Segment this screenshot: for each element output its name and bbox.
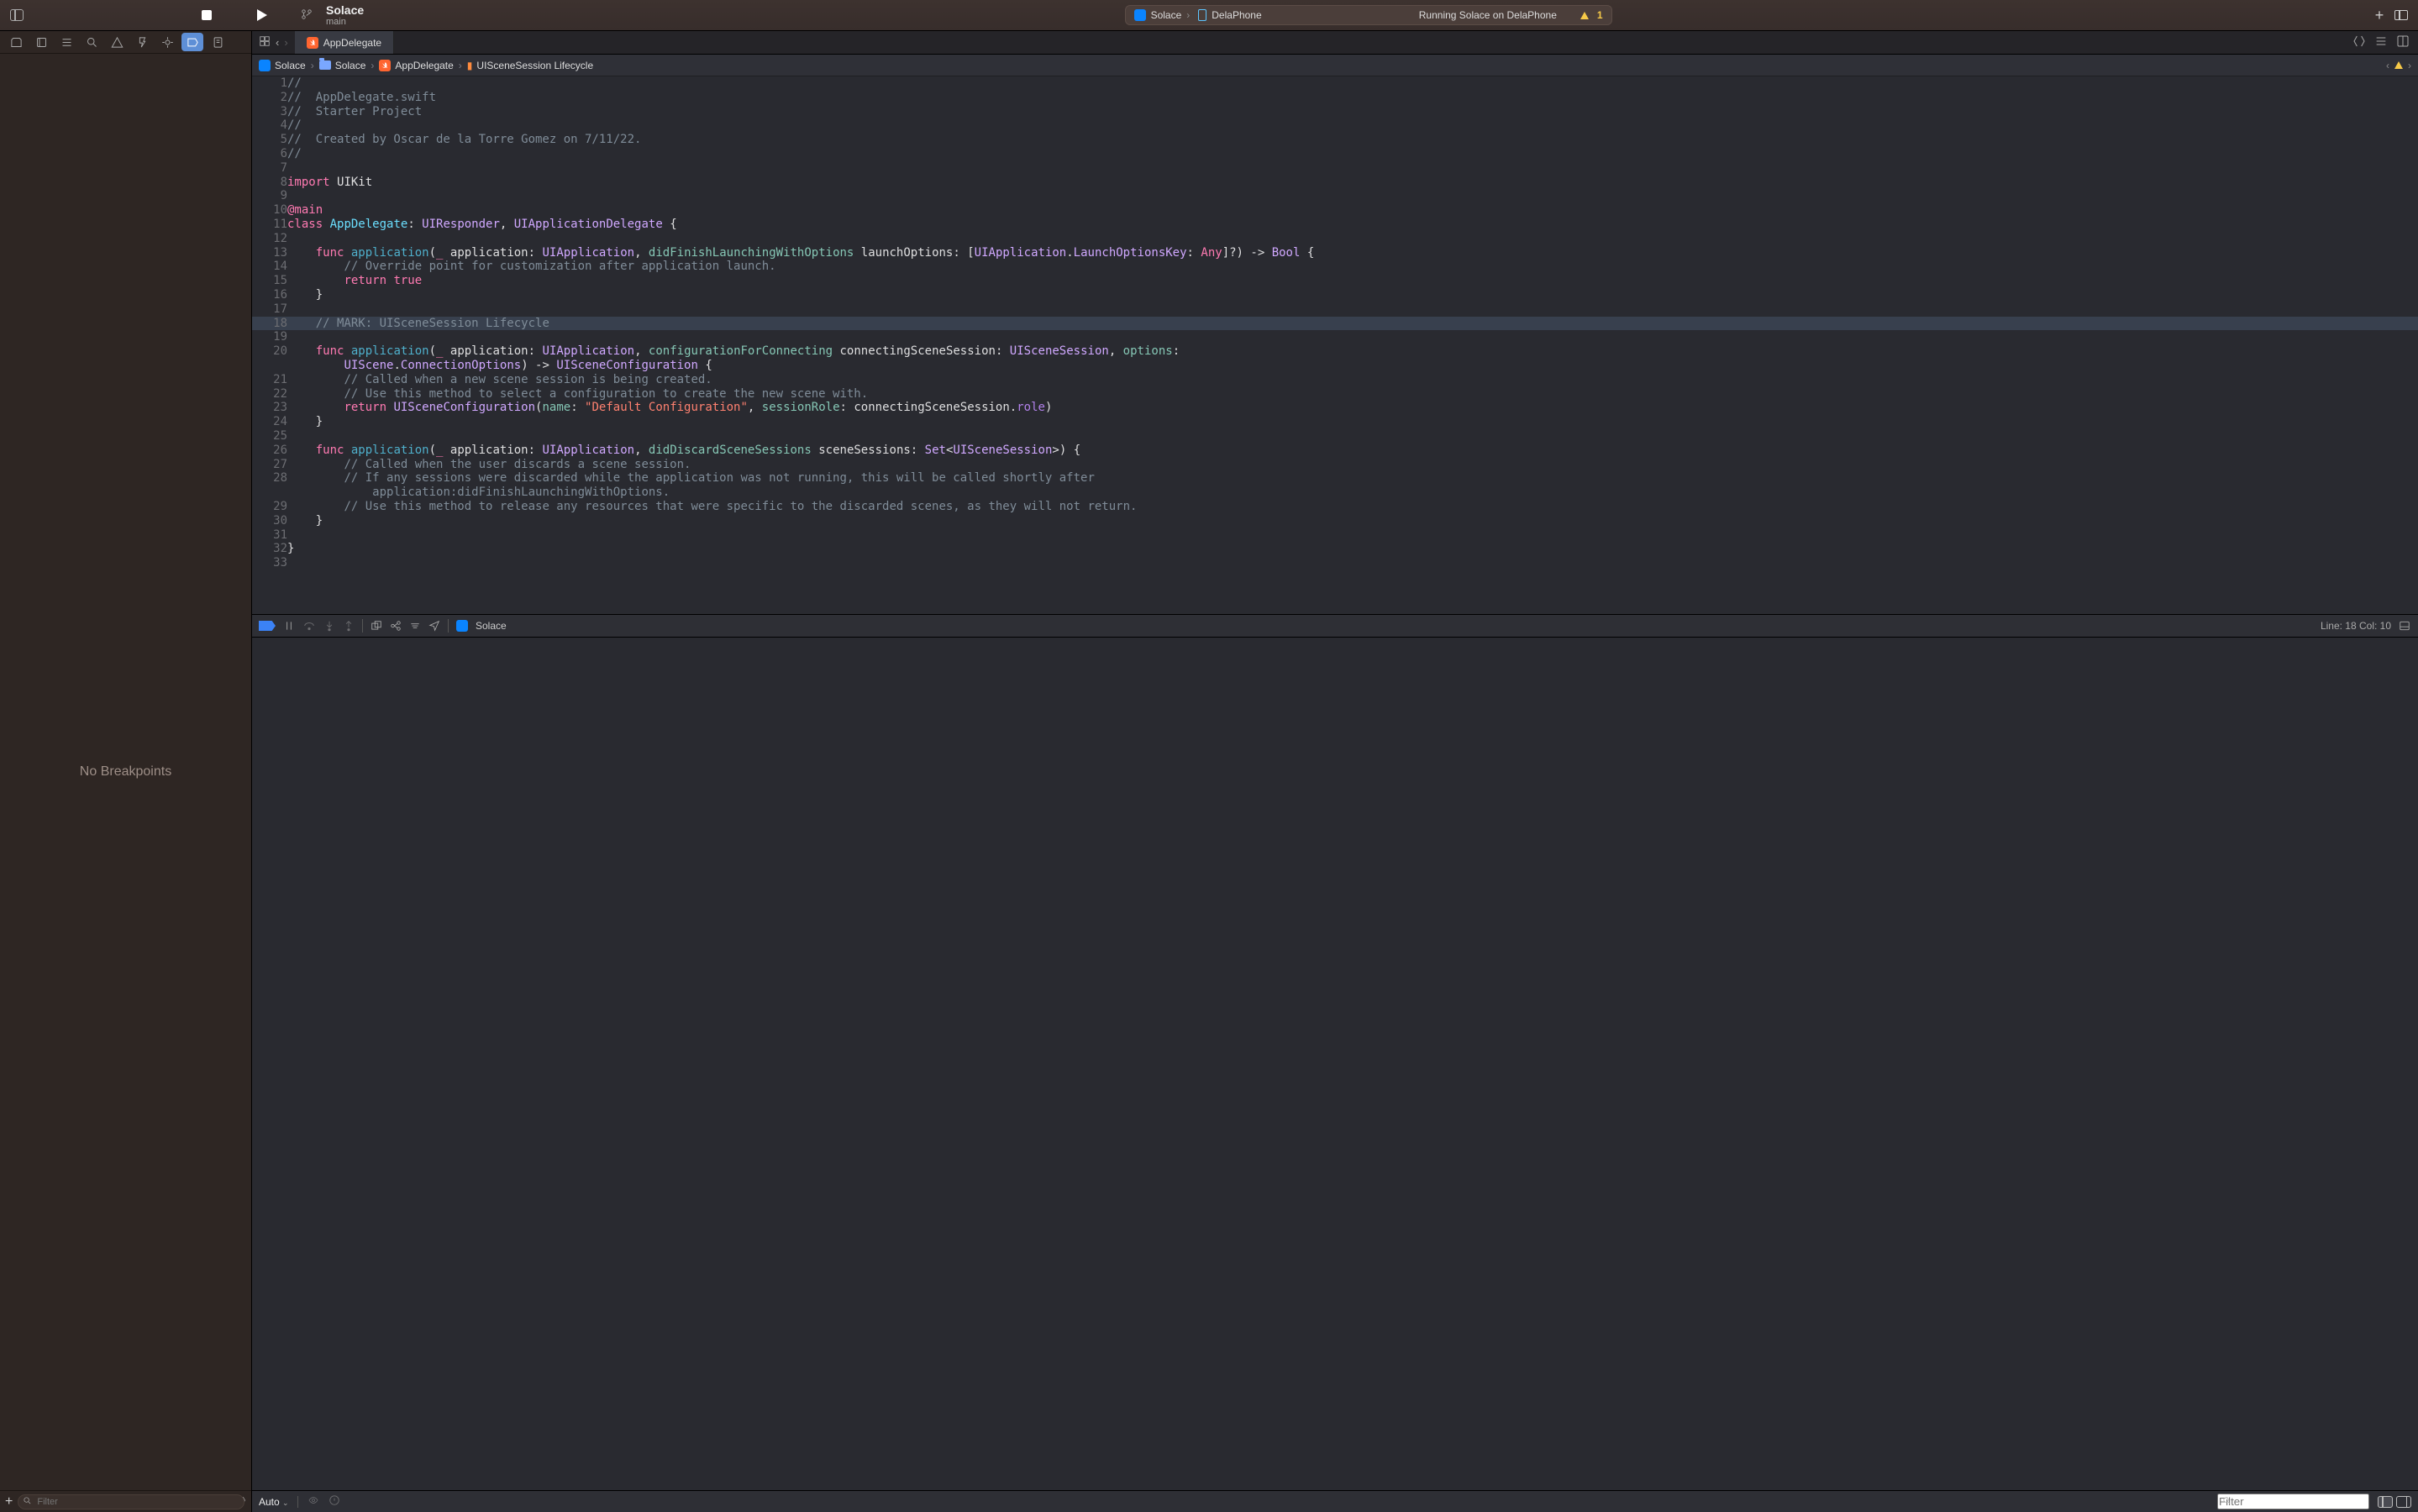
navigator-footer: + bbox=[0, 1490, 251, 1512]
run-destination[interactable]: DelaPhone bbox=[1198, 9, 1261, 21]
activity-status-bar[interactable]: Solace › DelaPhone Running Solace on Del… bbox=[1125, 5, 1612, 25]
issue-navigator-tab[interactable] bbox=[106, 33, 128, 51]
navigator-content: No Breakpoints bbox=[0, 54, 251, 1490]
find-navigator-tab[interactable] bbox=[81, 33, 103, 51]
jump-bar-group[interactable]: Solace bbox=[319, 60, 366, 71]
navigator-filter-input[interactable] bbox=[18, 1494, 244, 1509]
chevron-right-icon: › bbox=[1186, 9, 1190, 21]
toggle-navigator-button[interactable] bbox=[10, 8, 24, 22]
editor-area: ‹ › AppDelegate bbox=[252, 31, 2418, 1512]
step-into-button[interactable] bbox=[323, 620, 335, 632]
project-name: Solace bbox=[326, 3, 364, 17]
add-breakpoint-button[interactable]: + bbox=[5, 1494, 13, 1509]
run-button[interactable] bbox=[255, 8, 269, 22]
navigator-tabs bbox=[0, 31, 251, 54]
pause-button[interactable] bbox=[283, 620, 295, 632]
step-over-button[interactable] bbox=[302, 620, 316, 632]
simulate-location-button[interactable] bbox=[428, 620, 440, 632]
app-icon bbox=[1134, 9, 1146, 21]
chevron-right-icon: › bbox=[371, 60, 374, 71]
source-control-icon bbox=[301, 8, 313, 23]
environment-overrides-button[interactable] bbox=[409, 620, 421, 632]
debug-executable-name[interactable]: Solace bbox=[476, 620, 507, 632]
step-out-button[interactable] bbox=[343, 620, 355, 632]
next-issue-button[interactable]: › bbox=[2408, 60, 2411, 71]
jump-bar-symbol[interactable]: ▮ UISceneSession Lifecycle bbox=[467, 60, 593, 71]
editor-tab-bar: ‹ › AppDelegate bbox=[252, 31, 2418, 55]
breakpoint-navigator-tab[interactable] bbox=[181, 33, 203, 51]
nav-forward-button[interactable]: › bbox=[284, 36, 287, 49]
folder-icon bbox=[319, 60, 331, 70]
project-title-block[interactable]: Solace main bbox=[326, 3, 364, 27]
project-navigator-tab[interactable] bbox=[5, 33, 27, 51]
app-icon bbox=[456, 620, 468, 632]
warning-icon bbox=[1580, 12, 1589, 19]
navigator-panel: No Breakpoints + bbox=[0, 31, 252, 1512]
debug-console-footer: Auto ⌄ bbox=[252, 1490, 2418, 1512]
prev-issue-button[interactable]: ‹ bbox=[2386, 60, 2389, 71]
code-review-button[interactable] bbox=[2352, 34, 2366, 50]
destination-name: DelaPhone bbox=[1212, 9, 1261, 21]
chevron-right-icon: › bbox=[311, 60, 314, 71]
search-icon bbox=[23, 1495, 32, 1508]
nav-back-button[interactable]: ‹ bbox=[276, 36, 279, 49]
toggle-minimap-button[interactable] bbox=[2398, 620, 2411, 632]
console-view-toggle[interactable] bbox=[2396, 1496, 2411, 1508]
print-description-button[interactable] bbox=[329, 1494, 340, 1509]
scheme-selector[interactable]: Solace › bbox=[1134, 9, 1191, 21]
stop-button[interactable] bbox=[200, 8, 213, 22]
source-control-navigator-tab[interactable] bbox=[30, 33, 52, 51]
source-editor[interactable]: 1//2// AppDelegate.swift3// Starter Proj… bbox=[252, 76, 2418, 614]
branch-name: main bbox=[326, 17, 364, 27]
bookmark-icon: ▮ bbox=[467, 60, 473, 71]
debug-view-hierarchy-button[interactable] bbox=[371, 620, 382, 632]
adjust-editor-options-button[interactable] bbox=[2374, 34, 2388, 50]
debug-bar: Solace Line: 18 Col: 10 bbox=[252, 614, 2418, 637]
jump-bar-file[interactable]: AppDelegate bbox=[379, 60, 453, 71]
phone-icon bbox=[1198, 9, 1206, 21]
variables-filter-input[interactable] bbox=[2217, 1494, 2369, 1509]
test-navigator-tab[interactable] bbox=[131, 33, 153, 51]
tab-filename: AppDelegate bbox=[323, 37, 381, 49]
related-items-button[interactable] bbox=[259, 35, 271, 50]
symbol-navigator-tab[interactable] bbox=[55, 33, 77, 51]
activity-text: Running Solace on DelaPhone bbox=[1419, 9, 1557, 21]
warning-icon bbox=[2394, 61, 2403, 69]
cursor-position: Line: 18 Col: 10 bbox=[2321, 620, 2391, 632]
library-button[interactable] bbox=[2394, 8, 2408, 22]
add-button[interactable]: + bbox=[2373, 8, 2386, 22]
navigator-empty-text: No Breakpoints bbox=[80, 764, 171, 780]
editor-tab[interactable]: AppDelegate bbox=[295, 31, 394, 54]
add-editor-button[interactable] bbox=[2396, 34, 2410, 50]
jump-bar-project[interactable]: Solace bbox=[259, 60, 306, 71]
jump-bar: Solace › Solace › AppDelegate › ▮ UIScen… bbox=[252, 55, 2418, 76]
breakpoint-toggle-button[interactable] bbox=[259, 621, 276, 631]
toolbar: Solace main Solace › DelaPhone Running S… bbox=[0, 0, 2418, 31]
quicklook-button[interactable] bbox=[307, 1495, 320, 1508]
search-icon bbox=[2222, 1496, 2231, 1508]
debug-console-area[interactable] bbox=[252, 637, 2418, 1490]
app-icon bbox=[259, 60, 271, 71]
swift-file-icon bbox=[379, 60, 391, 71]
scheme-name: Solace bbox=[1151, 9, 1182, 21]
warning-count: 1 bbox=[1597, 9, 1603, 21]
chevron-right-icon: › bbox=[459, 60, 462, 71]
debug-navigator-tab[interactable] bbox=[156, 33, 178, 51]
swift-file-icon bbox=[307, 37, 318, 49]
variables-view-toggle[interactable] bbox=[2378, 1496, 2393, 1508]
debug-memory-graph-button[interactable] bbox=[390, 620, 402, 632]
variables-view-mode[interactable]: Auto ⌄ bbox=[259, 1496, 289, 1508]
report-navigator-tab[interactable] bbox=[207, 33, 229, 51]
